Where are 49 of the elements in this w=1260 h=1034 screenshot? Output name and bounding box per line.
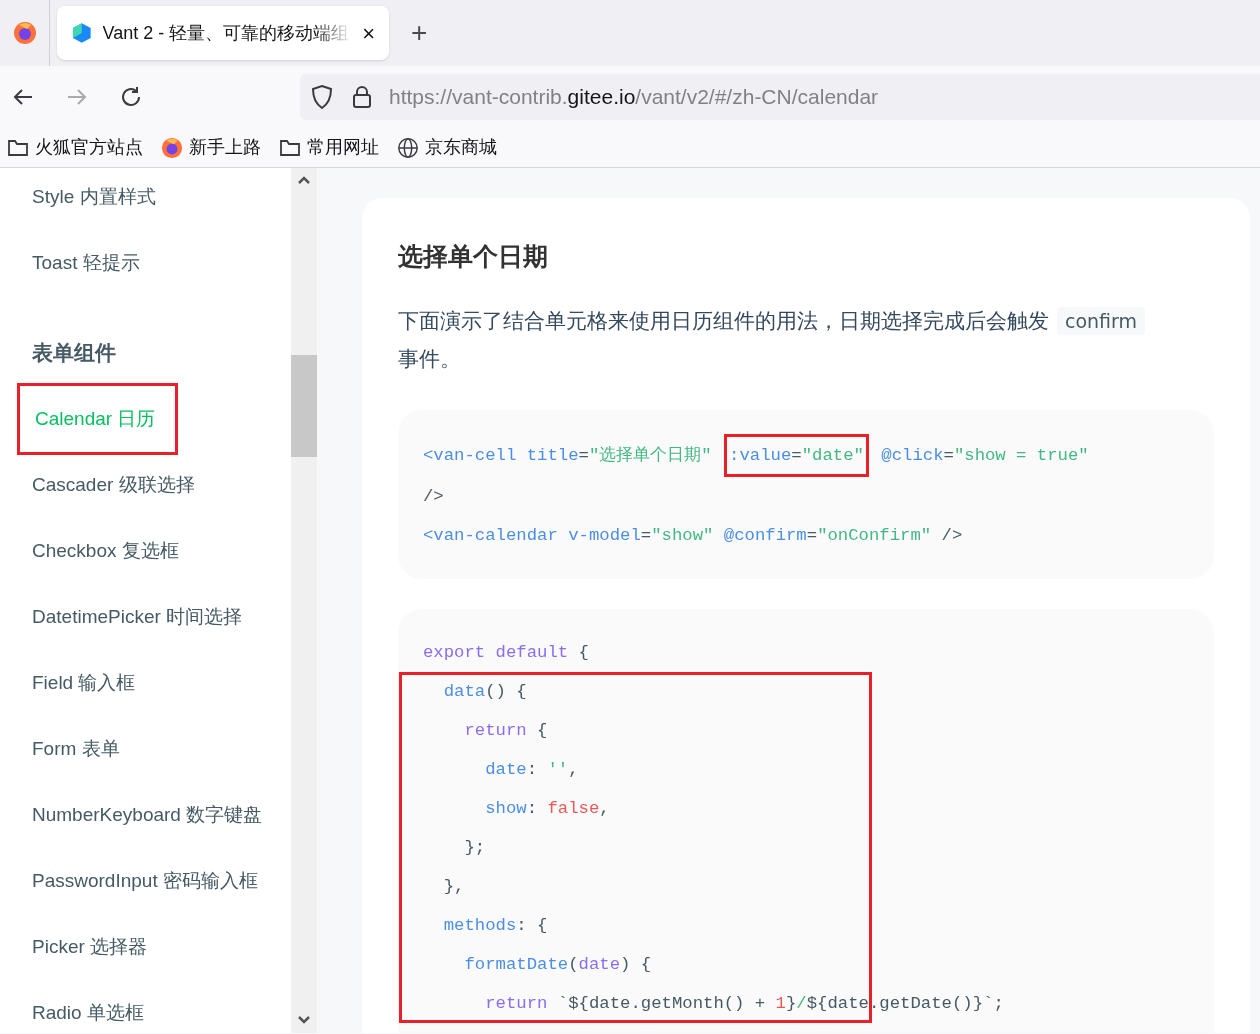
code-line: return { xyxy=(399,711,872,750)
code-line: <van-cell title="选择单个日期" :value="date" @click="show = true" xyxy=(423,434,1189,477)
nav-link[interactable]: Checkbox 复选框 xyxy=(17,536,179,566)
nav-link[interactable]: PasswordInput 密码输入框 xyxy=(17,866,258,896)
nav-link[interactable]: Style 内置样式 xyxy=(17,182,156,212)
browser-tab[interactable]: Vant 2 - 轻量、可靠的移动端组 × xyxy=(57,6,389,60)
group-title: 表单组件 xyxy=(32,340,116,367)
nav-link[interactable]: NumberKeyboard 数字键盘 xyxy=(17,800,263,830)
nav-link[interactable]: Cascader 级联选择 xyxy=(17,470,195,500)
close-icon[interactable]: × xyxy=(362,16,375,50)
cube-icon xyxy=(71,22,93,44)
bookmark-item[interactable]: 常用网址 xyxy=(279,132,379,163)
scroll-down-icon[interactable] xyxy=(298,1016,310,1024)
nav-link[interactable]: Field 输入框 xyxy=(17,668,136,698)
firefox-icon xyxy=(161,136,183,159)
shield-icon[interactable] xyxy=(310,84,334,110)
folder-icon xyxy=(279,137,301,158)
code-line: show: false, xyxy=(399,789,872,828)
bookmark-item[interactable]: 火狐官方站点 xyxy=(7,132,143,163)
nav-link[interactable]: Toast 轻提示 xyxy=(17,248,140,278)
address-bar[interactable]: https://vant-contrib.gitee.io/vant/v2/#/zh-CN/calendar xyxy=(300,74,1260,120)
folder-icon xyxy=(7,137,29,158)
bookmark-item[interactable]: 新手上路 xyxy=(161,132,261,163)
scrollbar[interactable] xyxy=(291,168,317,1033)
nav-link[interactable]: Form 表单 xyxy=(17,734,120,764)
nav-link[interactable]: DatetimePicker 时间选择 xyxy=(17,602,243,632)
reload-icon[interactable] xyxy=(119,85,143,109)
nav-link[interactable]: Picker 选择器 xyxy=(17,932,148,962)
code-line: }; xyxy=(399,828,872,867)
code-line: /> xyxy=(423,486,445,508)
firefox-icon[interactable] xyxy=(12,21,37,45)
bookmark-item[interactable]: 京东商城 xyxy=(397,132,497,163)
code-line: date: '', xyxy=(399,750,872,789)
code-line: <van-calendar v-model="show" @confirm="onConfirm" /> xyxy=(423,525,964,547)
scrollbar-thumb[interactable] xyxy=(291,355,317,457)
globe-icon xyxy=(397,136,419,159)
new-tab-button[interactable]: + xyxy=(411,12,428,54)
description-text: 下面演示了结合单元格来使用日历组件的用法，日期选择完成后会触发 confirm 事件。 xyxy=(398,302,1168,377)
tab-title: Vant 2 - 轻量、可靠的移动端组 xyxy=(102,21,351,45)
code-line: export default { xyxy=(423,642,590,664)
code-line: methods: { xyxy=(399,906,872,945)
nav-link[interactable]: Radio 单选框 xyxy=(17,998,144,1028)
code-line: }, xyxy=(399,867,872,906)
code-line: formatDate(date) { xyxy=(399,945,872,984)
code-line: data() { xyxy=(399,672,872,711)
section-heading: 选择单个日期 xyxy=(398,241,549,272)
url-text: https://vant-contrib.gitee.io/vant/v2/#/zh-CN/calendar xyxy=(389,84,879,111)
lock-icon xyxy=(352,85,372,109)
scroll-up-icon[interactable] xyxy=(298,176,310,184)
